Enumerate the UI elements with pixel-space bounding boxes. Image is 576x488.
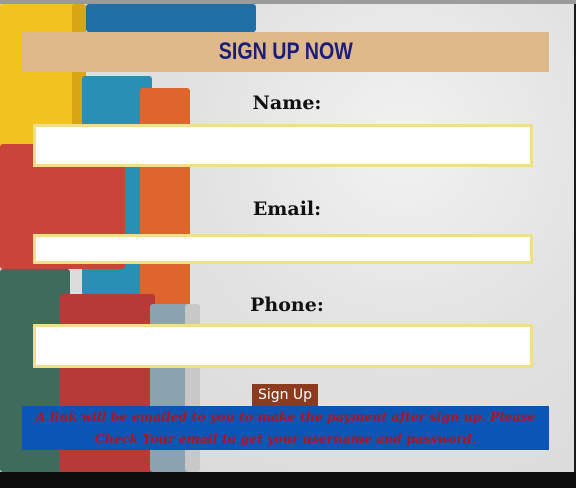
email-label: Email: (252, 198, 322, 220)
signup-header: SIGN UP NOW (22, 32, 549, 72)
page-title: SIGN UP NOW (218, 38, 353, 65)
phone-label: Phone: (250, 294, 324, 316)
name-field[interactable] (33, 124, 533, 167)
email-field[interactable] (33, 234, 533, 264)
bottom-bar (0, 472, 576, 488)
name-label: Name: (252, 92, 322, 114)
payment-notice: A link will be emailed to you to make th… (22, 406, 549, 450)
sign-up-button[interactable]: Sign Up (252, 384, 318, 406)
signup-section: SIGN UP NOW Name: Email: Phone: Sign Up … (0, 4, 574, 472)
phone-field[interactable] (33, 324, 533, 368)
